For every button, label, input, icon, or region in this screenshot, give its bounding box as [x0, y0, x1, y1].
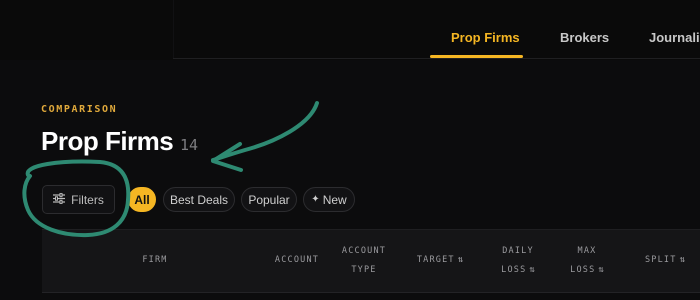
filters-button-label: Filters — [71, 192, 104, 207]
filter-chip-best-deals[interactable]: Best Deals — [163, 187, 235, 212]
filter-chip-all[interactable]: All — [128, 187, 156, 212]
column-header-firm[interactable]: FIRM — [140, 251, 170, 270]
filter-chip-label: Best Deals — [169, 192, 229, 207]
filters-button[interactable]: Filters — [42, 185, 115, 214]
tab-prop-firms[interactable]: Prop Firms — [451, 30, 520, 45]
column-header-account-type[interactable]: ACCOUNT TYPE — [336, 242, 392, 280]
page-title: Prop Firms — [41, 126, 174, 156]
column-header-account[interactable]: ACCOUNT — [270, 251, 324, 270]
sort-icon: ⇅ — [679, 255, 685, 265]
column-label: ACCOUNT TYPE — [341, 246, 387, 275]
topbar-divider — [173, 0, 174, 58]
result-count: 14 — [180, 136, 199, 154]
tab-brokers[interactable]: Brokers — [560, 30, 609, 45]
sort-icon: ⇅ — [457, 255, 464, 265]
filter-chip-label: New — [322, 192, 347, 207]
section-eyebrow: COMPARISON — [41, 104, 118, 115]
sparkle-icon: ✦ — [311, 194, 320, 205]
filter-chip-label: All — [134, 192, 150, 207]
column-header-max-loss[interactable]: MAX LOSS ⇅ — [562, 242, 612, 280]
annotation-arrowhead — [211, 142, 243, 172]
table-header: FIRM ACCOUNT ACCOUNT TYPE TARGET ⇅ DAILY … — [42, 229, 700, 293]
column-header-split[interactable]: SPLIT ⇅ — [636, 251, 694, 270]
column-label: SPLIT — [644, 255, 677, 265]
column-label: MAX LOSS — [570, 246, 597, 275]
sliders-icon — [53, 192, 66, 207]
column-header-daily-loss[interactable]: DAILY LOSS ⇅ — [486, 242, 550, 280]
filter-chip-label: Popular — [248, 192, 290, 207]
topbar-bottom-border — [173, 58, 700, 59]
tab-journaling[interactable]: Journaling — [649, 30, 700, 45]
column-label: TARGET — [416, 255, 455, 265]
filter-chip-new[interactable]: ✦ New — [303, 187, 355, 212]
active-tab-indicator — [430, 55, 523, 58]
filter-chip-popular[interactable]: Popular — [241, 187, 297, 212]
column-label: FIRM — [142, 255, 168, 265]
sort-icon: ⇅ — [598, 265, 604, 275]
sort-icon: ⇅ — [529, 265, 535, 275]
column-label: ACCOUNT — [274, 255, 320, 265]
annotation-arrow — [211, 101, 319, 162]
column-header-target[interactable]: TARGET ⇅ — [412, 251, 468, 270]
